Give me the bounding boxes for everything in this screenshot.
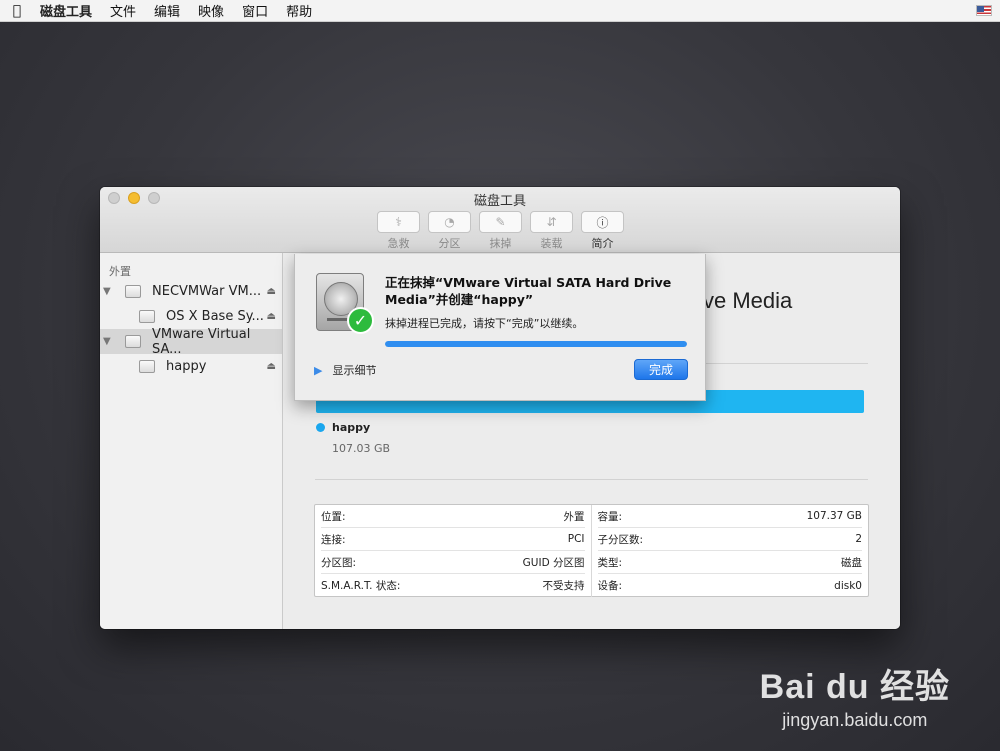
sidebar-item-label: NECVMWar VM... [152,284,262,299]
show-details-toggle[interactable]: ▶ 显示细节 [314,362,376,378]
info-label: S.M.A.R.T. 状态: [321,580,401,592]
sidebar-item-label: VMware Virtual SA... [152,326,251,357]
done-button[interactable]: 完成 [634,359,688,380]
input-source-flag-icon[interactable] [976,5,992,16]
toolbar-first-aid[interactable]: ⚕ 急救 [377,211,420,251]
partition-icon[interactable]: ◔ [428,211,471,233]
disclosure-triangle-icon[interactable]: ▼ [103,286,111,297]
window-title: 磁盘工具 [473,194,526,209]
stethoscope-icon[interactable]: ⚕ [377,211,420,233]
info-label: 设备: [597,580,623,592]
info-label: 连接: [321,533,346,546]
checkmark-icon: ✓ [347,307,374,334]
sidebar-item-osx-base[interactable]: OS X Base Sy... ⏏ [100,304,282,329]
sidebar-item-vmware-virtual[interactable]: ▼ VMware Virtual SA... [100,326,282,357]
disk-info-table: 位置: 外置 连接: PCI 分区图: GUID 分区图 S.M.A.R.T. … [314,504,869,597]
disk-icon [125,285,141,298]
menu-window[interactable]: 窗口 [242,1,268,20]
apple-menu-icon[interactable]:  [0,3,34,19]
sidebar-item-necvmwar[interactable]: ▼ NECVMWar VM... ⏏ [100,279,282,304]
progress-fill [385,341,687,347]
menu-file[interactable]: 文件 [110,1,136,20]
info-value: 107.37 GB [806,510,862,522]
info-row-type: 类型: 磁盘 [597,551,862,574]
sheet-message: 抹掉进程已完成，请按下“完成”以继续。 [385,317,584,330]
menu-help[interactable]: 帮助 [286,1,312,20]
info-column-left: 位置: 外置 连接: PCI 分区图: GUID 分区图 S.M.A.R.T. … [315,505,592,597]
sidebar-item-happy[interactable]: happy ⏏ [100,354,282,379]
disk-icon [125,335,141,348]
toolbar-mount[interactable]: ⇵ 装载 [530,211,573,251]
erase-icon[interactable]: ✎ [479,211,522,233]
watermark-url: jingyan.baidu.com [782,710,928,730]
toolbar: ⚕ 急救 ◔ 分区 ✎ 抹掉 ⇵ 装载 ⓘ 简介 [377,211,624,251]
menu-image[interactable]: 映像 [198,1,224,20]
sidebar: 外置 ▼ NECVMWar VM... ⏏ OS X Base Sy... ⏏ … [100,253,283,629]
erase-progress-sheet: ✓ 正在抹掉“VMware Virtual SATA Hard Drive Me… [294,254,706,401]
info-row-smart-status: S.M.A.R.T. 状态: 不受支持 [321,574,585,597]
info-value: GUID 分区图 [522,556,585,569]
info-value: 外置 [563,510,585,523]
volume-color-dot [316,423,325,432]
info-label: 分区图: [321,556,357,569]
title-bar: 磁盘工具 ⚕ 急救 ◔ 分区 ✎ 抹掉 ⇵ 装载 ⓘ 简介 [100,187,900,253]
disclosure-triangle-icon[interactable]: ▼ [103,336,111,347]
volume-size: 107.03 GB [332,442,391,455]
disk-title: ve Media [703,288,793,313]
eject-icon[interactable]: ⏏ [267,361,276,372]
toolbar-label: 急救 [387,237,410,250]
progress-bar [385,341,687,347]
info-value: disk0 [834,579,862,592]
info-label: 类型: [597,556,623,569]
info-value: 磁盘 [841,556,862,569]
menu-app-name[interactable]: 磁盘工具 [40,1,92,20]
sidebar-item-label: OS X Base Sy... [166,309,264,324]
volume-name: happy [332,421,371,434]
info-value: 不受支持 [542,580,585,592]
divider [315,479,868,480]
info-value: 2 [855,533,862,545]
sidebar-section-header: 外置 [109,265,131,278]
info-row-connection: 连接: PCI [321,528,585,551]
show-details-label: 显示细节 [332,364,377,377]
eject-icon[interactable]: ⏏ [267,286,276,297]
toolbar-erase[interactable]: ✎ 抹掉 [479,211,522,251]
toolbar-label: 简介 [591,237,614,250]
info-column-right: 容量: 107.37 GB 子分区数: 2 类型: 磁盘 设备: disk0 [592,505,869,597]
eject-icon[interactable]: ⏏ [267,311,276,322]
info-value: PCI [567,533,585,545]
toolbar-label: 装载 [540,237,563,250]
info-label: 位置: [321,510,346,523]
baidu-jingyan-watermark: Bai du 经验 jingyan.baidu.com [760,659,950,731]
info-row-location: 位置: 外置 [321,505,585,528]
info-row-partition-map: 分区图: GUID 分区图 [321,551,585,574]
info-label: 容量: [597,510,623,523]
sheet-title: 正在抹掉“VMware Virtual SATA Hard Drive Medi… [385,275,672,307]
info-row-child-count: 子分区数: 2 [597,528,862,551]
info-row-device: 设备: disk0 [598,574,863,597]
info-row-capacity: 容量: 107.37 GB [597,505,862,528]
mount-icon[interactable]: ⇵ [530,211,573,233]
watermark-logo: Bai du 经验 [759,668,950,706]
toolbar-label: 抹掉 [489,237,512,250]
volume-icon [139,360,155,373]
info-icon[interactable]: ⓘ [581,211,624,233]
disclosure-triangle-icon[interactable]: ▶ [314,364,322,377]
menu-edit[interactable]: 编辑 [154,1,180,20]
sidebar-item-label: happy [166,359,207,374]
toolbar-info[interactable]: ⓘ 简介 [581,211,624,251]
toolbar-partition[interactable]: ◔ 分区 [428,211,471,251]
menu-bar:  磁盘工具 文件 编辑 映像 窗口 帮助 [0,0,1000,22]
volume-icon [139,310,155,323]
info-label: 子分区数: [597,533,644,546]
toolbar-label: 分区 [438,237,461,250]
